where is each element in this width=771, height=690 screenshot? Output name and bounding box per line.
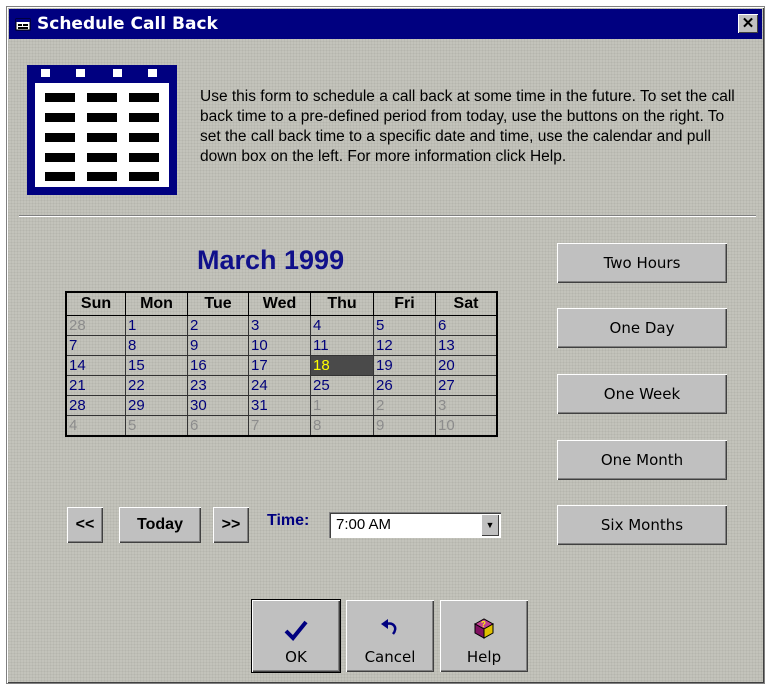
weekday-header: Wed — [248, 291, 311, 316]
weekday-header: Fri — [373, 291, 436, 316]
calendar-day[interactable]: 7 — [248, 415, 311, 437]
calendar-day[interactable]: 2 — [187, 315, 249, 336]
calendar-day[interactable]: 10 — [435, 415, 498, 437]
weekday-header: Sat — [435, 291, 498, 316]
cancel-button[interactable]: Cancel — [346, 600, 434, 672]
help-label: Help — [466, 648, 502, 666]
calendar-day[interactable]: 6 — [435, 315, 498, 336]
calendar-day[interactable]: 15 — [125, 355, 188, 376]
weekday-header: Sun — [65, 291, 126, 316]
preset-one-week-button[interactable]: One Week — [557, 374, 727, 414]
calendar-day[interactable]: 10 — [248, 335, 311, 356]
calendar-day[interactable]: 24 — [248, 375, 311, 396]
ok-button[interactable]: OK — [252, 600, 340, 672]
preset-label: One Month — [600, 451, 684, 469]
calendar-day[interactable]: 2 — [373, 395, 436, 416]
calendar-day[interactable]: 31 — [248, 395, 311, 416]
calendar-day[interactable]: 3 — [248, 315, 311, 336]
window-title: Schedule Call Back — [37, 14, 218, 34]
calendar-day[interactable]: 7 — [65, 335, 126, 356]
calendar-day[interactable]: 29 — [125, 395, 188, 416]
calendar-week: 7 8 9 10 11 12 13 — [65, 335, 498, 356]
svg-text:?: ? — [481, 620, 486, 629]
time-label: Time: — [267, 512, 310, 529]
calendar-week: 14 15 16 17 18 19 20 — [65, 355, 498, 376]
calendar-day[interactable]: 3 — [435, 395, 498, 416]
help-book-icon: ? — [473, 618, 495, 639]
weekday-header: Mon — [125, 291, 188, 316]
calendar-day[interactable]: 6 — [187, 415, 249, 437]
calendar-day[interactable]: 16 — [187, 355, 249, 376]
time-dropdown[interactable]: 7:00 AM ▼ — [329, 512, 501, 538]
calendar-day[interactable]: 28 — [65, 315, 126, 336]
preset-label: One Day — [609, 319, 675, 337]
instructions-text: Use this form to schedule a call back at… — [200, 88, 735, 165]
close-button[interactable]: ✕ — [738, 14, 758, 33]
calendar-day[interactable]: 12 — [373, 335, 436, 356]
calendar-day[interactable]: 1 — [125, 315, 188, 336]
help-button[interactable]: ? Help — [440, 600, 528, 672]
app-window-icon — [15, 18, 31, 31]
schedule-call-back-dialog: Schedule Call Back ✕ Use this form to sc… — [6, 6, 765, 684]
calendar-day[interactable]: 9 — [187, 335, 249, 356]
calendar-day[interactable]: 11 — [310, 335, 374, 356]
calendar-day[interactable]: 23 — [187, 375, 249, 396]
calendar-day[interactable]: 27 — [435, 375, 498, 396]
calendar-day[interactable]: 4 — [65, 415, 126, 437]
calendar-day[interactable]: 9 — [373, 415, 436, 437]
next-month-label: >> — [221, 516, 241, 533]
preset-one-day-button[interactable]: One Day — [557, 308, 727, 348]
calendar-day[interactable]: 20 — [435, 355, 498, 376]
calendar-day[interactable]: 8 — [125, 335, 188, 356]
time-value: 7:00 AM — [336, 516, 392, 533]
calendar-day[interactable]: 1 — [310, 395, 374, 416]
calendar-day[interactable]: 14 — [65, 355, 126, 376]
calendar-week: 21 22 23 24 25 26 27 — [65, 375, 498, 396]
today-label: Today — [137, 516, 183, 533]
calendar-day[interactable]: 30 — [187, 395, 249, 416]
calendar-week: 28 1 2 3 4 5 6 — [65, 315, 498, 336]
title-bar[interactable]: Schedule Call Back ✕ — [9, 9, 762, 39]
calendar-day[interactable]: 19 — [373, 355, 436, 376]
undo-arrow-icon — [381, 619, 397, 635]
preset-one-month-button[interactable]: One Month — [557, 440, 727, 480]
calendar-day[interactable]: 13 — [435, 335, 498, 356]
calendar-day[interactable]: 17 — [248, 355, 311, 376]
preset-label: One Week — [603, 385, 681, 403]
next-month-button[interactable]: >> — [213, 507, 249, 543]
today-button[interactable]: Today — [119, 507, 201, 543]
preset-six-months-button[interactable]: Six Months — [557, 505, 727, 545]
calendar-day[interactable]: 5 — [125, 415, 188, 437]
calendar-week: 28 29 30 31 1 2 3 — [65, 395, 498, 416]
section-divider — [19, 215, 756, 217]
month-title: March 1999 — [197, 245, 345, 275]
calendar-day[interactable]: 4 — [310, 315, 374, 336]
prev-month-button[interactable]: << — [67, 507, 103, 543]
calendar-day[interactable]: 22 — [125, 375, 188, 396]
calendar-day-selected[interactable]: 18 — [310, 355, 374, 376]
calendar-day[interactable]: 26 — [373, 375, 436, 396]
cancel-label: Cancel — [364, 648, 416, 666]
calendar-icon — [27, 65, 177, 195]
calendar-day[interactable]: 8 — [310, 415, 374, 437]
calendar-day[interactable]: 28 — [65, 395, 126, 416]
preset-two-hours-button[interactable]: Two Hours — [557, 243, 727, 283]
calendar-grid: Sun Mon Tue Wed Thu Fri Sat 28 1 2 3 4 5… — [65, 291, 498, 437]
checkmark-icon — [284, 620, 308, 641]
calendar-day[interactable]: 21 — [65, 375, 126, 396]
weekday-header: Tue — [187, 291, 249, 316]
close-icon: ✕ — [741, 15, 755, 32]
ok-label: OK — [285, 648, 307, 666]
calendar-week: 4 5 6 7 8 9 10 — [65, 415, 498, 437]
dropdown-arrow-icon[interactable]: ▼ — [481, 514, 499, 536]
calendar-day[interactable]: 5 — [373, 315, 436, 336]
prev-month-label: << — [75, 516, 95, 533]
preset-label: Six Months — [600, 516, 684, 534]
preset-label: Two Hours — [603, 254, 681, 272]
calendar-day[interactable]: 25 — [310, 375, 374, 396]
weekday-header: Thu — [310, 291, 374, 316]
